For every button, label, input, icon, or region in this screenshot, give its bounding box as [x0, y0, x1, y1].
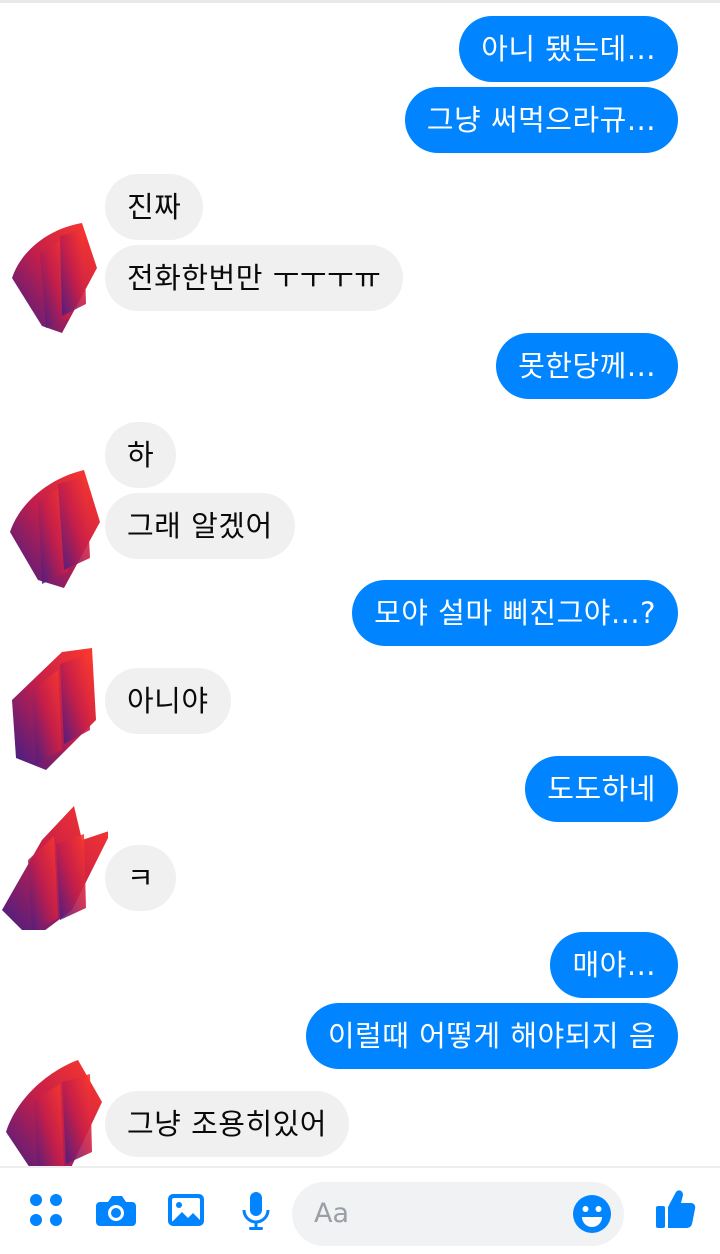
contact-avatar[interactable]	[2, 640, 108, 770]
incoming-message[interactable]: ㅋ	[105, 845, 177, 911]
incoming-message[interactable]: 아니야	[105, 668, 231, 734]
message-input-placeholder: Aa	[314, 1198, 350, 1229]
contact-avatar[interactable]	[2, 460, 108, 590]
outgoing-message[interactable]: 매야...	[550, 932, 678, 998]
outgoing-message[interactable]: 이럴때 어떻게 해야되지 음	[305, 1003, 678, 1069]
outgoing-message[interactable]: 모야 설마 삐진그야...?	[352, 580, 678, 646]
microphone-icon[interactable]	[234, 1188, 278, 1232]
contact-avatar[interactable]	[2, 1052, 108, 1182]
outgoing-message[interactable]: 그냥 써먹으라규...	[404, 87, 678, 153]
contact-avatar[interactable]	[2, 800, 108, 930]
composer-bar: Aa	[0, 1166, 720, 1254]
incoming-message[interactable]: 진짜	[105, 174, 204, 240]
incoming-message[interactable]: 그래 알겠어	[105, 493, 295, 559]
outgoing-message[interactable]: 도도하네	[525, 756, 678, 822]
camera-icon[interactable]	[94, 1188, 138, 1232]
emoji-icon[interactable]	[570, 1192, 614, 1236]
message-list[interactable]: 아니 됐는데... 그냥 써먹으라규... 진짜 전화한번만 ㅜㅜㅜㅠ 못한당께…	[0, 0, 720, 1180]
outgoing-message[interactable]: 아니 됐는데...	[459, 16, 678, 82]
incoming-message[interactable]: 하	[105, 422, 177, 488]
contact-avatar[interactable]	[2, 208, 108, 338]
incoming-message[interactable]: 그냥 조용히있어	[105, 1091, 349, 1157]
incoming-message[interactable]: 전화한번만 ㅜㅜㅜㅠ	[105, 245, 404, 311]
thumbs-up-icon[interactable]	[652, 1186, 698, 1232]
gallery-icon[interactable]	[164, 1188, 208, 1232]
message-input[interactable]: Aa	[292, 1182, 624, 1246]
outgoing-message[interactable]: 못한당께...	[496, 333, 678, 399]
apps-icon[interactable]	[24, 1188, 68, 1232]
